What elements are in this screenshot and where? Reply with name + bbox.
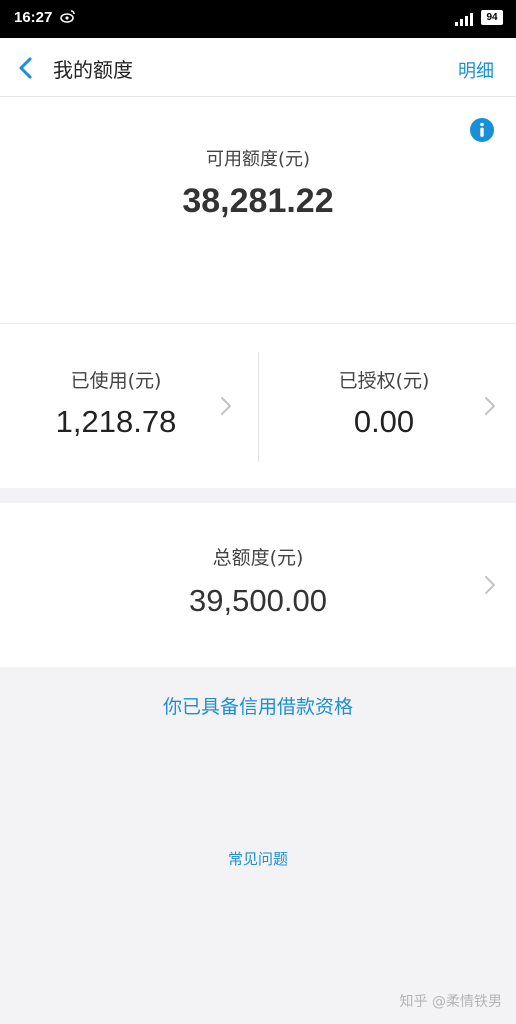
total-credit-value: 39,500.00 — [189, 583, 327, 618]
total-credit-label: 总额度(元) — [212, 547, 304, 569]
credit-eligibility-link[interactable]: 你已具备信用借款资格 — [0, 692, 516, 719]
chevron-right-icon — [484, 396, 496, 416]
available-credit-value: 38,281.22 — [182, 182, 334, 220]
used-credit-value: 1,218.78 — [55, 404, 177, 439]
used-credit-item[interactable]: 已使用(元) 1,218.78 — [0, 324, 258, 488]
authorized-credit-item[interactable]: 已授权(元) 0.00 — [258, 324, 516, 488]
usage-panel: 已使用(元) 1,218.78 已授权(元) 0.00 — [0, 324, 516, 488]
top-bar: 我的额度 明细 — [0, 38, 516, 97]
chevron-left-icon[interactable] — [16, 56, 36, 80]
weibo-icon — [60, 9, 76, 27]
used-credit-label: 已使用(元) — [70, 370, 162, 392]
signal-icon — [455, 11, 477, 26]
status-time: 16:27 — [14, 9, 53, 26]
faq-link[interactable]: 常见问题 — [0, 848, 516, 869]
available-credit-label: 可用额度(元) — [205, 149, 311, 170]
page-title: 我的额度 — [53, 58, 133, 82]
battery-icon: 94 — [481, 10, 503, 25]
detail-link[interactable]: 明细 — [458, 57, 494, 83]
chevron-right-icon — [484, 575, 496, 595]
total-credit-panel[interactable]: 总额度(元) 39,500.00 — [0, 503, 516, 667]
status-bar: 16:27 94 — [0, 0, 516, 38]
chevron-right-icon — [220, 396, 232, 416]
info-icon[interactable] — [470, 118, 494, 142]
authorized-credit-value: 0.00 — [353, 404, 415, 439]
watermark: 知乎 @柔情铁男 — [399, 994, 502, 1010]
available-credit-panel: 可用额度(元) 38,281.22 — [0, 97, 516, 324]
authorized-credit-label: 已授权(元) — [338, 370, 430, 392]
